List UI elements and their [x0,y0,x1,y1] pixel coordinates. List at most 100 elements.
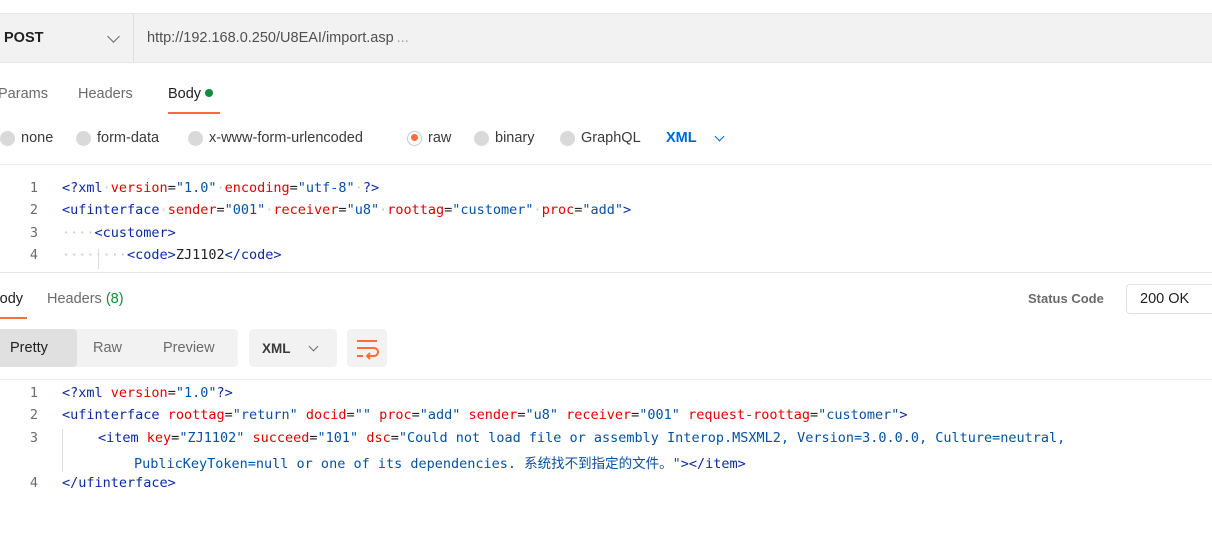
code-line: ········<code>ZJ1102</code> [62,247,282,263]
xml-attr: key [146,430,172,446]
xml-attr: sender [468,407,518,423]
response-body-viewer[interactable]: 1 2 3 4 <?xml version="1.0"?> <ufinterfa… [0,379,1212,534]
xml-attr: version [110,180,168,196]
xml-attr: dsc [366,430,391,446]
line-number: 4 [29,475,38,491]
xml-pi-close: ?> [362,180,380,196]
modified-dot-icon [205,89,214,97]
xml-tag: </ufinterface> [62,475,176,491]
xml-tag-close: > [622,202,632,218]
radio-urlencoded[interactable]: x-www-form-urlencoded [188,130,363,146]
active-tab-indicator [0,317,27,319]
url-ellipsis: ... [396,30,409,46]
xml-pi-open: <?xml [62,385,103,401]
xml-tag-close: > [899,407,908,423]
xml-tag: <code> [127,247,176,263]
tab-body[interactable]: Body [168,86,214,102]
line-number: 3 [29,225,38,241]
radio-graphql[interactable]: GraphQL [560,130,641,146]
xml-attr: version [110,385,168,401]
xml-tag: <customer> [94,225,176,241]
radio-circle-selected [407,130,422,146]
radio-label: GraphQL [581,130,641,146]
tab-params[interactable]: Params [0,86,48,102]
radio-none[interactable]: none [0,130,53,146]
xml-attr: proc [541,202,575,218]
xml-value: "add" [419,407,461,423]
view-raw-button[interactable]: Raw [93,329,122,367]
radio-label: raw [428,130,452,146]
radio-circle [474,130,489,146]
radio-binary[interactable]: binary [474,130,535,146]
radio-form-data[interactable]: form-data [76,130,159,146]
body-type-selector: none form-data x-www-form-urlencoded raw… [0,126,1212,154]
response-tab-headers[interactable]: Headers (8) [47,291,124,307]
xml-attr: roottag [387,202,445,218]
status-code-value[interactable]: 200 OK [1126,284,1212,314]
radio-circle [0,130,15,146]
tab-body-label: Body [168,86,202,102]
radio-label: binary [495,130,535,146]
chevron-down-icon [107,30,120,43]
radio-label: form-data [97,130,160,146]
xml-value: "1.0" [175,385,217,401]
xml-tag: <item [98,430,139,446]
xml-value: "001" [639,407,680,423]
wrap-lines-button[interactable] [347,329,387,367]
xml-tag: </code> [224,247,282,263]
xml-value: "return" [232,407,298,423]
url-text: http://192.168.0.250/U8EAI/import.asp [147,30,394,46]
tab-headers[interactable]: Headers [78,86,133,102]
line-number: 2 [29,407,38,423]
xml-attr: succeed [252,430,310,446]
xml-tag-close: ></item> [680,456,746,472]
headers-count-badge: (8) [105,291,124,307]
url-input[interactable]: http://192.168.0.250/U8EAI/import.asp ..… [134,14,1212,62]
indent-whitespace: ········ [62,247,128,263]
xml-attr: receiver [273,202,339,218]
xml-tag: <ufinterface [62,202,160,218]
radio-label: x-www-form-urlencoded [209,130,363,146]
xml-pi-close: ?> [216,385,233,401]
method-label: POST [4,30,44,46]
view-preview-button[interactable]: Preview [163,329,215,367]
radio-raw[interactable]: raw [407,130,451,146]
code-line-wrapped: PublicKeyToken=null or one of its depend… [134,452,746,472]
xml-value: "" [354,407,371,423]
code-line: ····<customer> [62,225,176,241]
response-tab-body[interactable]: Body [0,291,23,307]
language-select[interactable]: XML [666,130,697,146]
xml-value: "utf-8" [297,180,355,196]
xml-attr: sender [167,202,217,218]
xml-value: "customer" [818,407,900,423]
request-url-bar: POST http://192.168.0.250/U8EAI/import.a… [0,13,1212,63]
pane-divider[interactable] [0,272,1212,273]
method-select[interactable]: POST [0,14,134,62]
xml-attr: receiver [566,407,632,423]
indent-guide [98,249,99,269]
xml-value: PublicKeyToken=null or one of its depend… [134,456,681,472]
view-pretty-button[interactable]: Pretty [0,329,77,367]
chevron-down-icon[interactable] [714,131,725,142]
radio-circle [188,130,203,146]
line-number: 2 [29,202,38,218]
xml-attr: encoding [224,180,290,196]
radio-circle [560,130,575,146]
xml-value: "001" [224,202,266,218]
code-line: </ufinterface> [62,475,176,491]
xml-value: "customer" [452,202,534,218]
code-line: <?xml·version="1.0"·encoding="utf-8"·?> [62,180,380,196]
response-tab-headers-label: Headers [47,291,102,307]
indent-guide [62,429,63,472]
radio-label: none [21,130,54,146]
response-format-select[interactable]: XML [249,329,337,367]
xml-attr: proc [379,407,412,423]
line-number: 1 [29,385,38,401]
indent-whitespace: ···· [62,225,95,241]
request-body-editor[interactable]: 1 2 3 4 <?xml·version="1.0"·encoding="ut… [0,164,1212,272]
xml-value: "1.0" [175,180,217,196]
response-view-toggle: Pretty Raw Preview [0,329,238,367]
xml-value: "ZJ1102" [179,430,245,446]
radio-circle [76,130,91,146]
status-code-label: Status Code [1028,291,1104,306]
